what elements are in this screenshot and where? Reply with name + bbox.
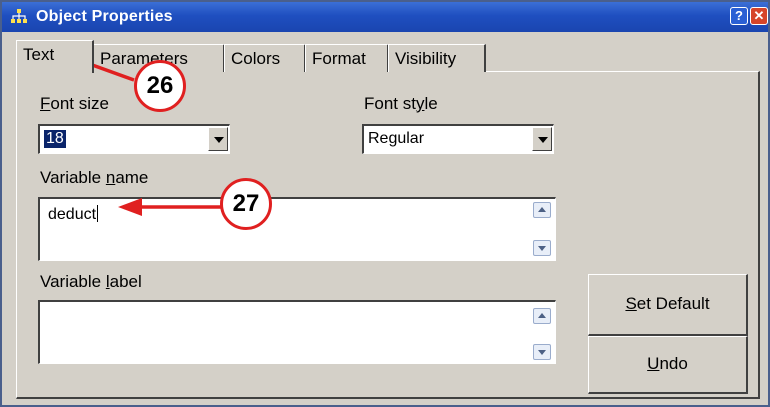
callout-26: 26 (134, 60, 186, 112)
annotation-arrows (66, 54, 222, 216)
tab-text[interactable]: Text (16, 40, 94, 73)
arrow-27-head (118, 198, 142, 216)
callout-27: 27 (220, 178, 272, 230)
